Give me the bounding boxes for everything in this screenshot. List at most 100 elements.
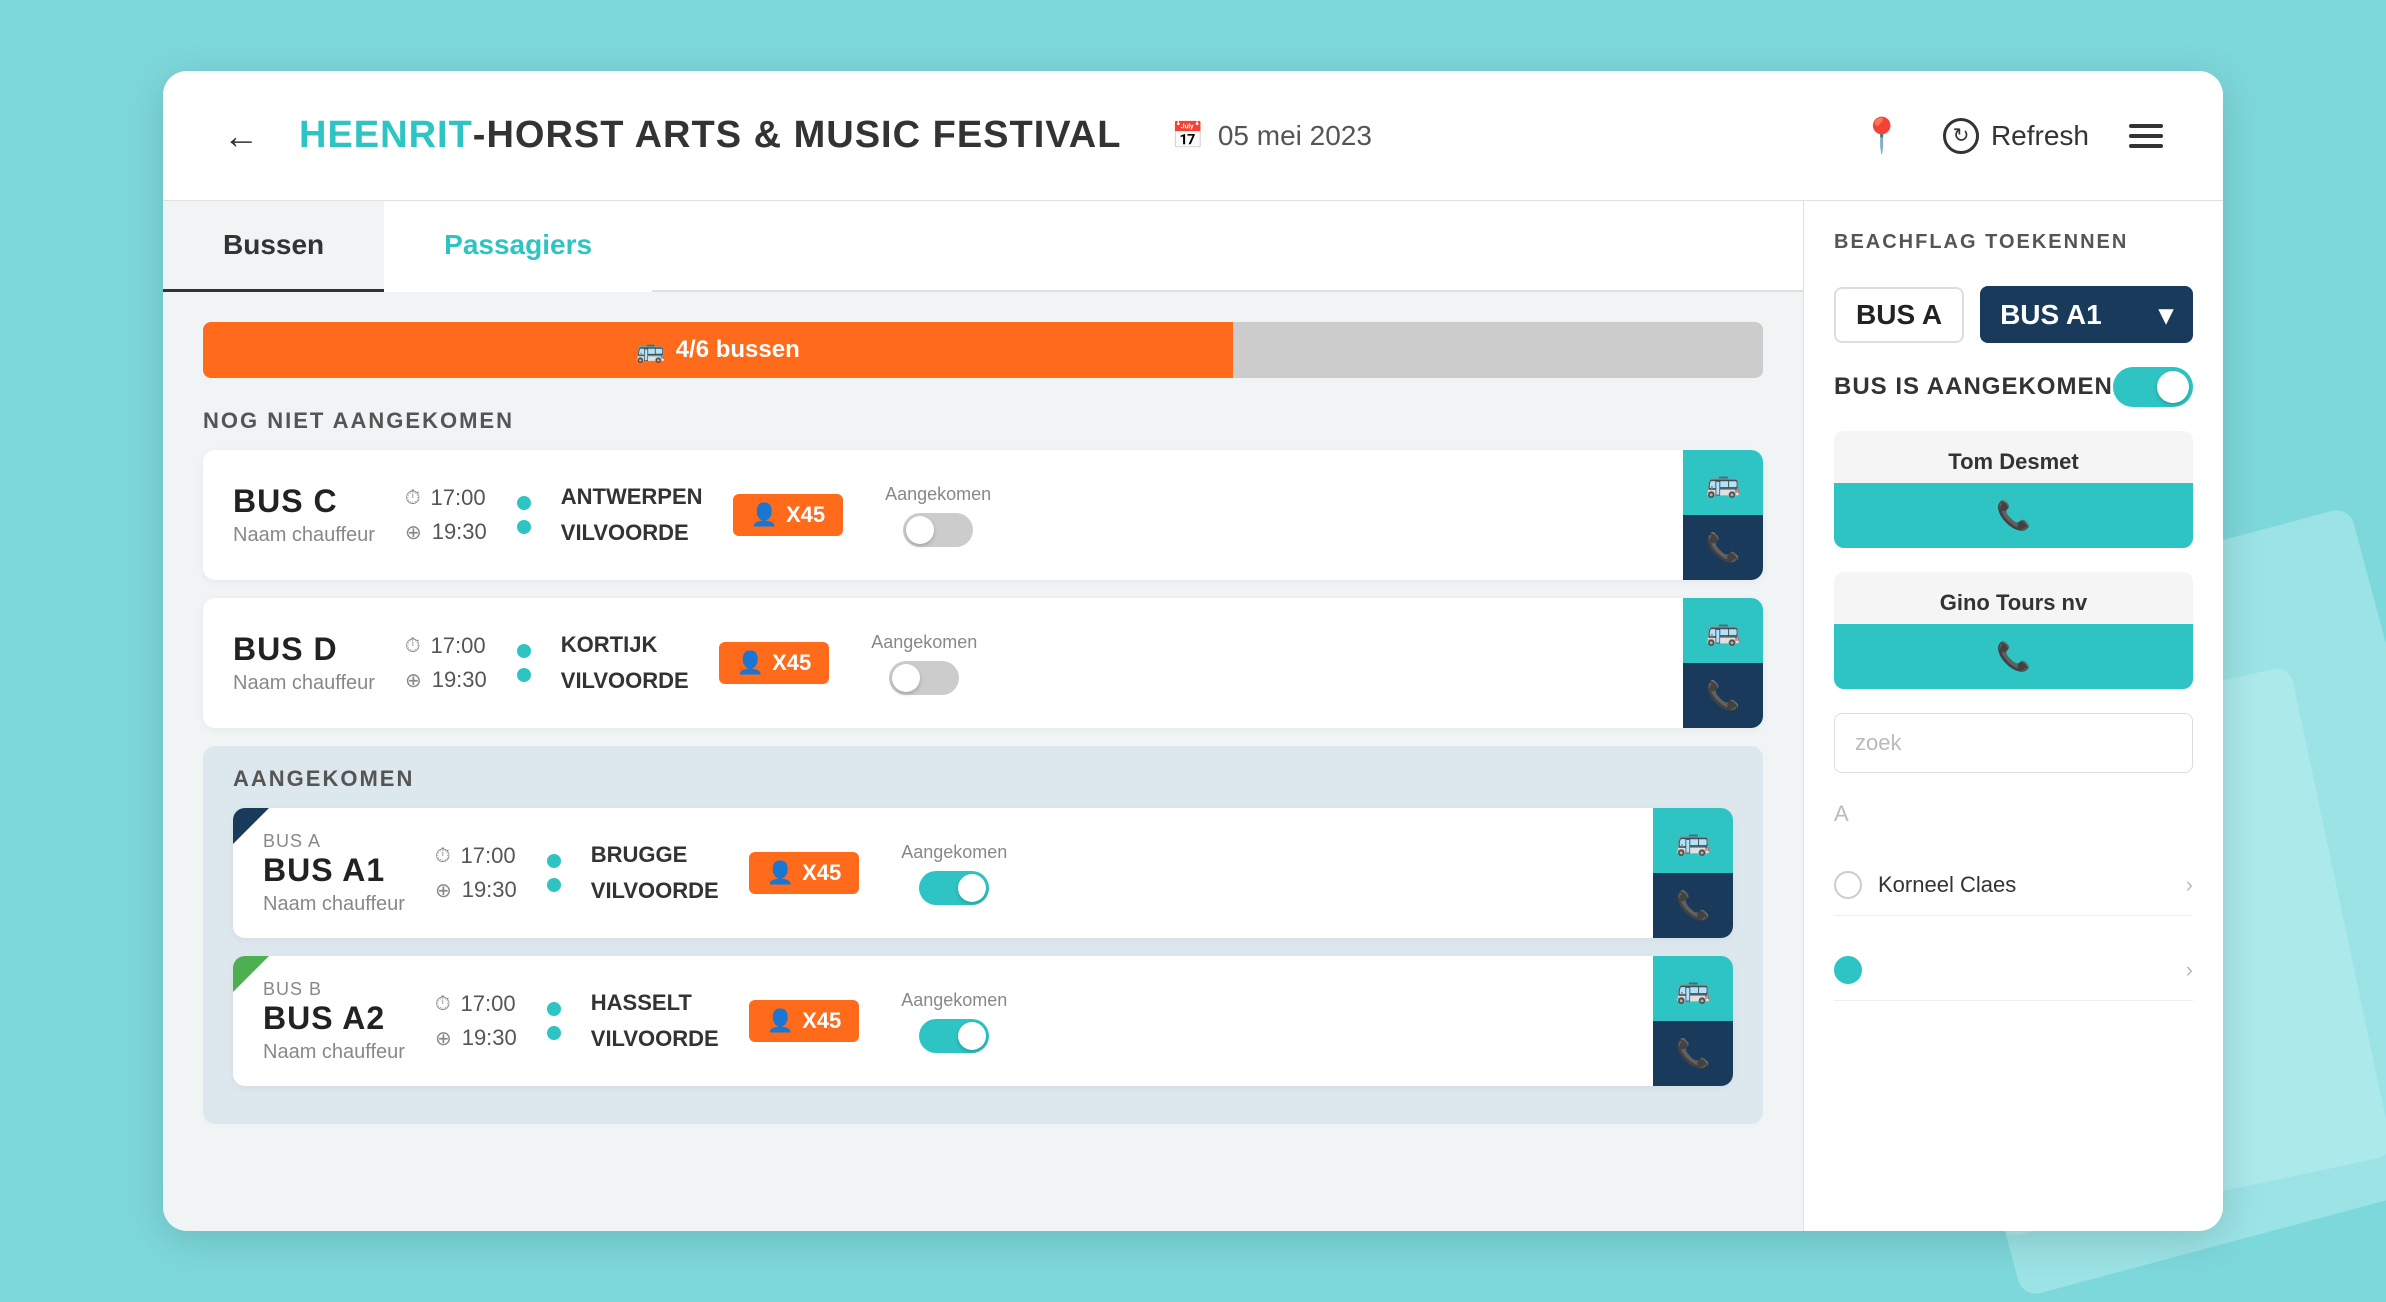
bus-a1-name: BUS A1: [263, 852, 405, 889]
bus-c-stops: ANTWERPEN VILVOORDE: [561, 484, 703, 546]
dot-teal-2: [517, 668, 531, 682]
header: ← HEENRIT - HORST ARTS & MUSIC FESTIVAL …: [163, 71, 2223, 201]
arrived-label-c: Aangekomen: [885, 484, 991, 505]
bus-card-a1[interactable]: BUS A BUS A1 Naam chauffeur ⏱ 17:00: [233, 808, 1733, 938]
bus-a1-name-block: BUS A BUS A1 Naam chauffeur: [263, 831, 405, 916]
bus-a2-driver: Naam chauffeur: [263, 1041, 405, 1064]
bus-a2-name-block: BUS B BUS A2 Naam chauffeur: [263, 979, 405, 1064]
bus-d-pax: X45: [772, 650, 811, 676]
clock-icon-4: ⊕: [405, 668, 422, 693]
bus-a1-passengers: 👤 X45: [749, 852, 860, 894]
bus-c-stop1: ANTWERPEN: [561, 484, 703, 510]
bus-a2-toggle-thumb: [958, 1022, 986, 1050]
progress-empty: [1233, 322, 1763, 378]
bus-d-depart: 17:00: [431, 633, 486, 659]
bus-c-call-btn[interactable]: 📞: [1683, 515, 1763, 580]
passenger-row-2[interactable]: ›: [1834, 940, 2193, 1001]
main-card: ← HEENRIT - HORST ARTS & MUSIC FESTIVAL …: [163, 71, 2223, 1231]
screen: ← HEENRIT - HORST ARTS & MUSIC FESTIVAL …: [0, 0, 2386, 1302]
phone-icon-tom: 📞: [1996, 499, 2031, 532]
arrived-main-toggle-thumb: [2157, 371, 2189, 403]
menu-line-2: [2129, 134, 2163, 138]
person-icon-c: 👤: [751, 502, 778, 528]
dot-green-3: [547, 854, 561, 868]
tab-bussen[interactable]: Bussen: [163, 201, 384, 292]
clock-icon-5: ⏱: [435, 845, 451, 868]
bus-card-a2[interactable]: BUS B BUS A2 Naam chauffeur ⏱ 17:00: [233, 956, 1733, 1086]
bus-card-c[interactable]: BUS C Naam chauffeur ⏱ 17:00 ⊕: [203, 450, 1763, 580]
passenger-row-korneel[interactable]: Korneel Claes ›: [1834, 855, 2193, 916]
bus-a2-times: ⏱ 17:00 ⊕ 19:30: [435, 991, 517, 1051]
bus-icon: 🚌: [636, 336, 666, 365]
arrived-label-a1: Aangekomen: [901, 842, 1007, 863]
passenger-radio-korneel[interactable]: [1834, 871, 1862, 899]
search-input[interactable]: zoek: [1834, 713, 2193, 773]
bus-a2-sub: BUS B: [263, 979, 405, 1000]
bus-c-arrive: 19:30: [432, 519, 487, 545]
contact-tom-call-btn[interactable]: 📞: [1834, 483, 2193, 548]
passenger-radio-2[interactable]: [1834, 956, 1862, 984]
alpha-letter: A: [1834, 797, 2193, 831]
contact-gino-call-btn[interactable]: 📞: [1834, 624, 2193, 689]
not-arrived-header: NOG NIET AANGEKOMEN: [203, 408, 1763, 434]
beachflag-label: BEACHFLAG TOEKENNEN: [1834, 231, 2193, 254]
bus-d-bus-btn[interactable]: 🚌: [1683, 598, 1763, 663]
bus-a2-pax: X45: [802, 1008, 841, 1034]
contact-tom-name: Tom Desmet: [1834, 431, 2193, 483]
bus-a2-bus-btn[interactable]: 🚌: [1653, 956, 1733, 1021]
arrived-toggle-row: BUS IS AANGEKOMEN: [1834, 367, 2193, 407]
clock-icon-2: ⊕: [405, 520, 422, 545]
bus-a1-call-btn[interactable]: 📞: [1653, 873, 1733, 938]
bus-a2-stop2: VILVOORDE: [591, 1026, 719, 1052]
bus-c-toggle[interactable]: [903, 513, 973, 547]
chevron-down-icon: ▾: [2159, 298, 2173, 331]
tabs: Bussen Passagiers: [163, 201, 1803, 292]
right-panel: BEACHFLAG TOEKENNEN BUS A BUS A1 ▾ BUS I…: [1803, 201, 2223, 1231]
bus-c-time-2: ⊕ 19:30: [405, 519, 487, 545]
bus-a1-pax: X45: [802, 860, 841, 886]
bus-a1-stop1: BRUGGE: [591, 842, 719, 868]
bus-a2-time-1: ⏱ 17:00: [435, 991, 517, 1017]
title-rest: HORST ARTS & MUSIC FESTIVAL: [486, 114, 1121, 157]
arrived-section: AANGEKOMEN BUS A BUS A1 Naam chauffeur: [203, 746, 1763, 1124]
back-button[interactable]: ←: [223, 115, 259, 157]
bus-a1-bus-btn[interactable]: 🚌: [1653, 808, 1733, 873]
refresh-circle-icon: ↻: [1943, 118, 1979, 154]
bus-a2-time-2: ⊕ 19:30: [435, 1025, 517, 1051]
bus-c-stop2: VILVOORDE: [561, 520, 703, 546]
bus-a1-arrive: 19:30: [462, 877, 517, 903]
bus-a1-actions: 🚌 📞: [1653, 808, 1733, 938]
bus-c-bus-btn[interactable]: 🚌: [1683, 450, 1763, 515]
title-accent: HEENRIT: [299, 114, 473, 157]
location-icon[interactable]: 📍: [1861, 116, 1903, 156]
bus-selector-dropdown[interactable]: BUS A1 ▾: [1980, 286, 2193, 343]
progress-bar: 🚌 4/6 bussen: [203, 322, 1763, 378]
bus-a2-toggle[interactable]: [919, 1019, 989, 1053]
clock-icon-6: ⊕: [435, 878, 452, 903]
bus-a1-time-2: ⊕ 19:30: [435, 877, 517, 903]
bus-c-actions: 🚌 📞: [1683, 450, 1763, 580]
arrived-main-toggle[interactable]: [2113, 367, 2193, 407]
header-date: 📅 05 mei 2023: [1171, 120, 1371, 152]
bus-c-times: ⏱ 17:00 ⊕ 19:30: [405, 485, 487, 545]
refresh-button[interactable]: ↻ Refresh: [1943, 118, 2089, 154]
bus-a2-call-btn[interactable]: 📞: [1653, 1021, 1733, 1086]
bus-a2-route-dots: [547, 1002, 561, 1040]
bus-d-toggle-thumb: [892, 664, 920, 692]
tab-passagiers[interactable]: Passagiers: [384, 201, 652, 292]
bus-d-name-block: BUS D Naam chauffeur: [233, 631, 375, 695]
refresh-label: Refresh: [1991, 120, 2089, 152]
bus-d-time-2: ⊕ 19:30: [405, 667, 487, 693]
person-icon-a1: 👤: [767, 860, 794, 886]
bus-a1-times: ⏱ 17:00 ⊕ 19:30: [435, 843, 517, 903]
person-icon-a2: 👤: [767, 1008, 794, 1034]
bus-a1-toggle[interactable]: [919, 871, 989, 905]
page-title: HEENRIT - HORST ARTS & MUSIC FESTIVAL: [299, 114, 1121, 157]
bus-c-info: BUS C Naam chauffeur ⏱ 17:00 ⊕: [203, 461, 1683, 569]
menu-icon[interactable]: [2129, 124, 2163, 148]
bus-c-name: BUS C: [233, 483, 375, 520]
bus-d-toggle[interactable]: [889, 661, 959, 695]
bus-card-d[interactable]: BUS D Naam chauffeur ⏱ 17:00 ⊕: [203, 598, 1763, 728]
bus-d-call-btn[interactable]: 📞: [1683, 663, 1763, 728]
header-right: 📍 ↻ Refresh: [1861, 116, 2163, 156]
